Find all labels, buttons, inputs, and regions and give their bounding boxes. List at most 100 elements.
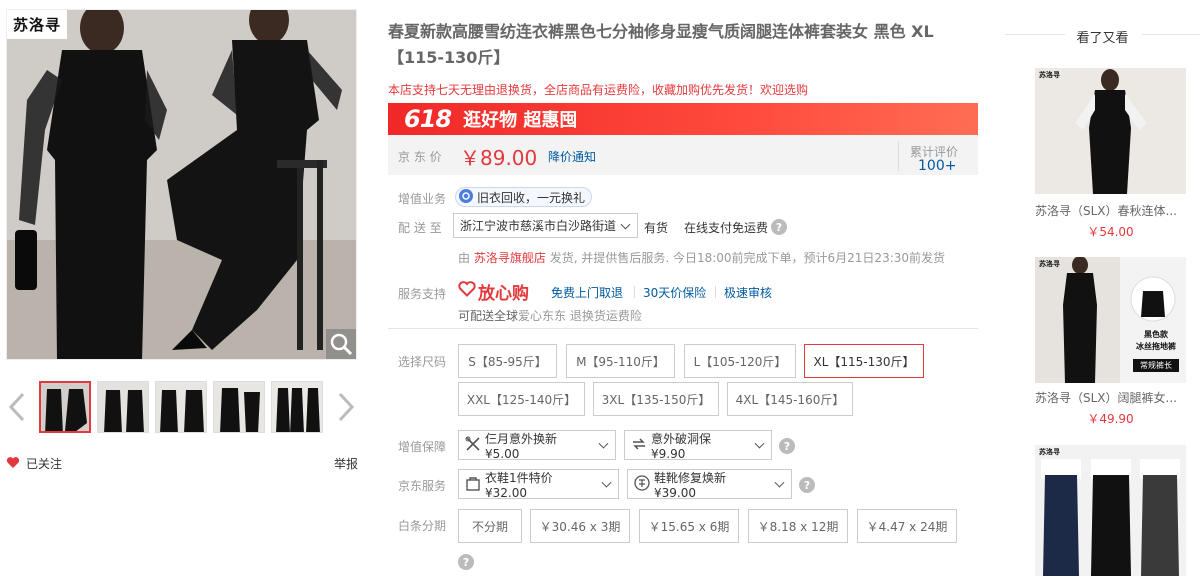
banner-slogan: 逛好物 超惠囤: [463, 110, 578, 131]
promo-banner-618[interactable]: 618 逛好物 超惠囤: [388, 103, 978, 135]
recommend-image[interactable]: 苏洛寻: [1035, 68, 1186, 194]
recommend-tag: 冰丝拖地裤: [1136, 342, 1176, 351]
installment-option[interactable]: ￥30.46 x 3期: [530, 509, 630, 543]
main-product-image[interactable]: 苏洛寻: [6, 9, 357, 360]
sidebar-title: 看了又看: [1076, 31, 1129, 46]
jd-service-label: 京东服务: [398, 479, 447, 493]
price-box: 京 东 价 ￥89.00 降价通知 累计评价 100+: [388, 135, 978, 175]
address-value: 浙江宁波市慈溪市白沙路街道: [460, 219, 617, 233]
jd-service-option-label: 鞋靴修复焕新 ¥39.00: [654, 470, 727, 500]
guarantee-option-label: 意外破洞保 ¥9.90: [651, 431, 712, 461]
price-alert-link[interactable]: 降价通知: [548, 148, 596, 165]
special-offer-icon: [634, 474, 650, 494]
section-divider: [388, 328, 978, 329]
installment-option[interactable]: ￥8.18 x 12期: [748, 509, 848, 543]
support-label: 服务支持: [398, 287, 447, 301]
shipping-info: 由 苏洛寻旗舰店 发货, 并提供售后服务. 今日18:00前完成下单，预计6月2…: [458, 249, 945, 266]
tools-icon: [465, 436, 481, 455]
size-option[interactable]: XXL【125-140斤】: [458, 382, 585, 416]
delivery-label: 配 送 至: [398, 221, 442, 235]
delivery-note-mid: 爱心东东: [518, 309, 567, 323]
trade-in-button[interactable]: 旧衣回收，一元换礼: [455, 187, 593, 207]
chevron-down-icon: [620, 219, 631, 229]
help-icon[interactable]: ?: [779, 438, 795, 454]
prev-thumb-arrow-icon[interactable]: [8, 392, 26, 422]
next-thumb-arrow-icon[interactable]: [337, 392, 355, 422]
divider: [1142, 34, 1200, 35]
price-label: 京 东 价: [398, 150, 442, 164]
exchange-icon: [631, 436, 647, 455]
thumbnail[interactable]: [271, 381, 323, 433]
size-option[interactable]: S【85-95斤】: [458, 344, 557, 378]
recommend-image[interactable]: 苏洛寻: [1035, 445, 1186, 576]
size-option[interactable]: L【105-120斤】: [684, 344, 796, 378]
divider: [898, 141, 899, 171]
svg-text:苏洛寻: 苏洛寻: [1039, 259, 1060, 268]
size-option[interactable]: M【95-110斤】: [566, 344, 675, 378]
follow-button[interactable]: 已关注: [6, 455, 62, 472]
size-label: 选择尺码: [398, 355, 447, 369]
size-option[interactable]: 4XL【145-160斤】: [727, 382, 853, 416]
size-option-selected[interactable]: XL【115-130斤】: [804, 344, 924, 378]
shop-link[interactable]: 苏洛寻旗舰店: [474, 251, 546, 265]
model-photo: [7, 10, 356, 359]
thumbnail[interactable]: [39, 381, 91, 433]
review-count-link[interactable]: 100+: [918, 158, 956, 174]
service-fast-review[interactable]: 极速审核: [724, 284, 772, 301]
stock-status: 有货: [644, 221, 669, 235]
delivery-note-prefix: 可配送全球: [458, 309, 519, 323]
report-link[interactable]: 举报: [334, 455, 358, 472]
thumbnail[interactable]: [155, 381, 207, 433]
help-icon[interactable]: ?: [799, 477, 815, 493]
chevron-down-icon: [774, 477, 785, 488]
address-selector[interactable]: 浙江宁波市慈溪市白沙路街道: [453, 213, 639, 238]
jd-service-option-shoes[interactable]: 鞋靴修复焕新 ¥39.00: [627, 469, 792, 500]
value-added-label: 增值业务: [398, 192, 447, 206]
recommend-image[interactable]: 苏洛寻 黑色款 冰丝拖地裤 常规裤长: [1035, 257, 1186, 383]
jd-service-option-label: 衣鞋1件特价 ¥32.00: [485, 470, 553, 500]
fangxingou-label: 放心购: [478, 284, 529, 304]
guarantee-option-hole[interactable]: 意外破洞保 ¥9.90: [624, 430, 772, 461]
ship-detail: 发货, 并提供售后服务. 今日18:00前完成下单，预计6月21日23:30前发…: [549, 251, 946, 265]
payment-info: 在线支付免运费: [684, 221, 769, 235]
jd-service-option-clothes[interactable]: 衣鞋1件特价 ¥32.00: [458, 469, 619, 500]
bag-icon: [465, 475, 481, 494]
thumbnail[interactable]: [213, 381, 265, 433]
thumbnail[interactable]: [97, 381, 149, 433]
svg-text:苏洛寻: 苏洛寻: [1039, 70, 1060, 79]
service-free-pickup[interactable]: 免费上门取退: [551, 284, 623, 301]
chevron-down-icon: [601, 477, 612, 488]
banner-618-text: 618: [404, 105, 452, 133]
product-title: 春夏新款高腰雪纺连衣裤黑色七分袖修身显瘦气质阔腿连体裤套装女 黑色 XL【115…: [388, 22, 934, 67]
heart-outline-icon: [458, 281, 476, 302]
divider: [634, 286, 635, 298]
recommend-tag: 常规裤长: [1133, 359, 1179, 372]
chevron-down-icon: [598, 438, 609, 449]
service-price-protect[interactable]: 30天价保险: [643, 284, 706, 301]
size-option[interactable]: 3XL【135-150斤】: [593, 382, 719, 416]
help-icon[interactable]: ?: [771, 219, 787, 235]
recommend-price: ￥54.00: [1087, 225, 1134, 239]
shipper-prefix: 由: [458, 251, 471, 265]
recommend-name[interactable]: 苏洛寻（SLX）阔腿裤女...: [1035, 389, 1186, 406]
installment-option[interactable]: ￥4.47 x 24期: [857, 509, 957, 543]
zoom-icon[interactable]: [326, 329, 356, 359]
svg-text:苏洛寻: 苏洛寻: [1039, 447, 1060, 456]
divider: [715, 286, 716, 298]
recommend-tag: 黑色款: [1144, 330, 1168, 339]
installment-option[interactable]: 不分期: [458, 509, 522, 543]
delivery-note-suffix: 退换货运费险: [566, 309, 642, 323]
follow-label: 已关注: [26, 457, 63, 471]
chevron-down-icon: [754, 438, 765, 449]
recycle-icon: [459, 188, 473, 206]
fangxingou-badge[interactable]: 放心购: [458, 279, 529, 304]
delivery-note: 可配送全球爱心东东 退换货运费险: [458, 307, 642, 324]
guarantee-label: 增值保障: [398, 440, 447, 454]
heart-icon: [6, 456, 20, 472]
brand-logo: 苏洛寻: [7, 10, 68, 39]
installment-option[interactable]: ￥15.65 x 6期: [639, 509, 739, 543]
installment-label: 白条分期: [398, 519, 447, 533]
guarantee-option-replace[interactable]: 仨月意外换新 ¥5.00: [458, 430, 616, 461]
recommend-name[interactable]: 苏洛寻（SLX）春秋连体...: [1035, 202, 1186, 219]
help-icon[interactable]: ?: [458, 554, 474, 570]
